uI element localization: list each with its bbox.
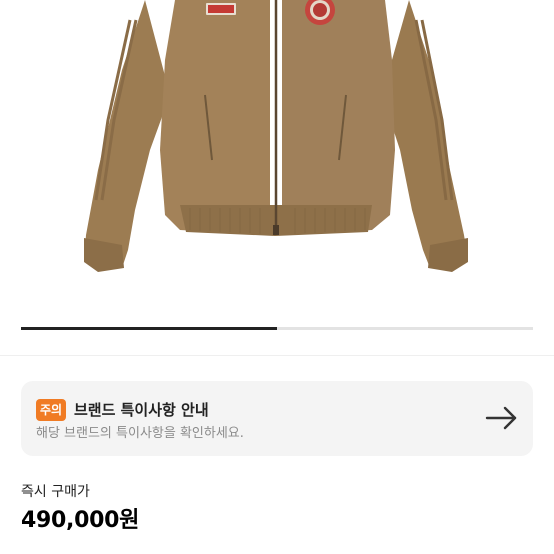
instant-buy-price: 490,000원 [21, 508, 140, 533]
product-image[interactable] [0, 0, 554, 300]
image-carousel-progress-fill [21, 327, 277, 330]
notice-title: 브랜드 특이사항 안내 [74, 401, 209, 419]
jacket-image [84, 0, 468, 272]
instant-buy-price-label: 즉시 구매가 [21, 484, 90, 500]
image-carousel-progress[interactable] [21, 327, 533, 330]
arrow-right-icon[interactable] [485, 403, 519, 433]
notice-subtitle: 해당 브랜드의 특이사항을 확인하세요. [36, 426, 244, 441]
caution-badge: 주의 [36, 399, 67, 421]
brand-notice-card[interactable]: 주의 브랜드 특이사항 안내 해당 브랜드의 특이사항을 확인하세요. [21, 381, 533, 456]
section-divider [0, 355, 554, 356]
